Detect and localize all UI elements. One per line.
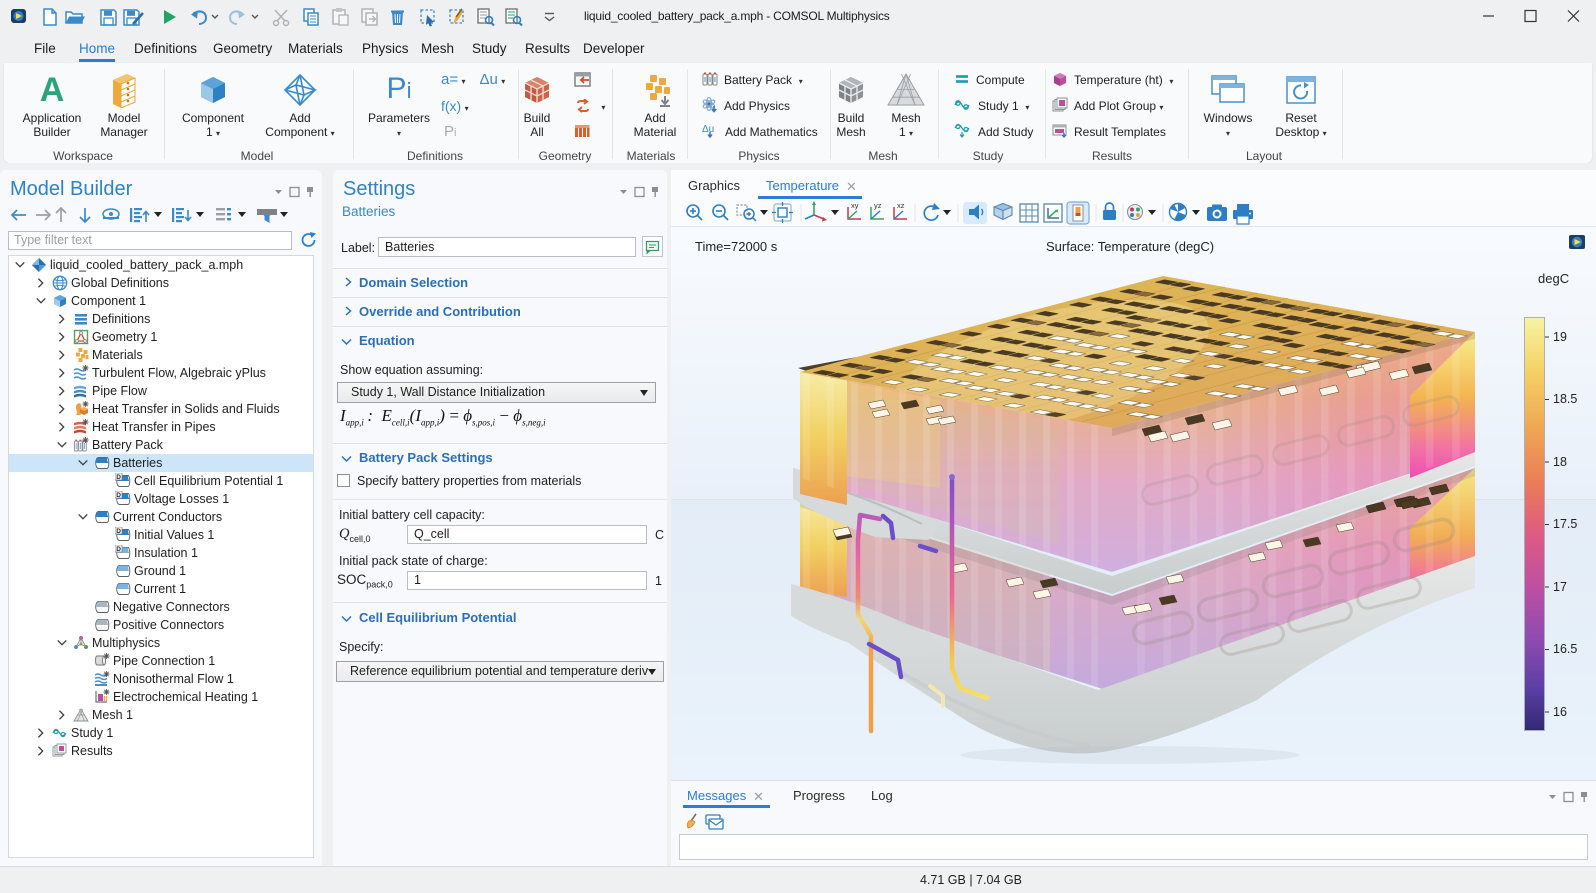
svg-text:xy: xy bbox=[851, 201, 859, 210]
svg-text:xz: xz bbox=[897, 201, 905, 210]
svg-text:Δu: Δu bbox=[702, 124, 714, 135]
svg-text:yz: yz bbox=[874, 201, 882, 210]
